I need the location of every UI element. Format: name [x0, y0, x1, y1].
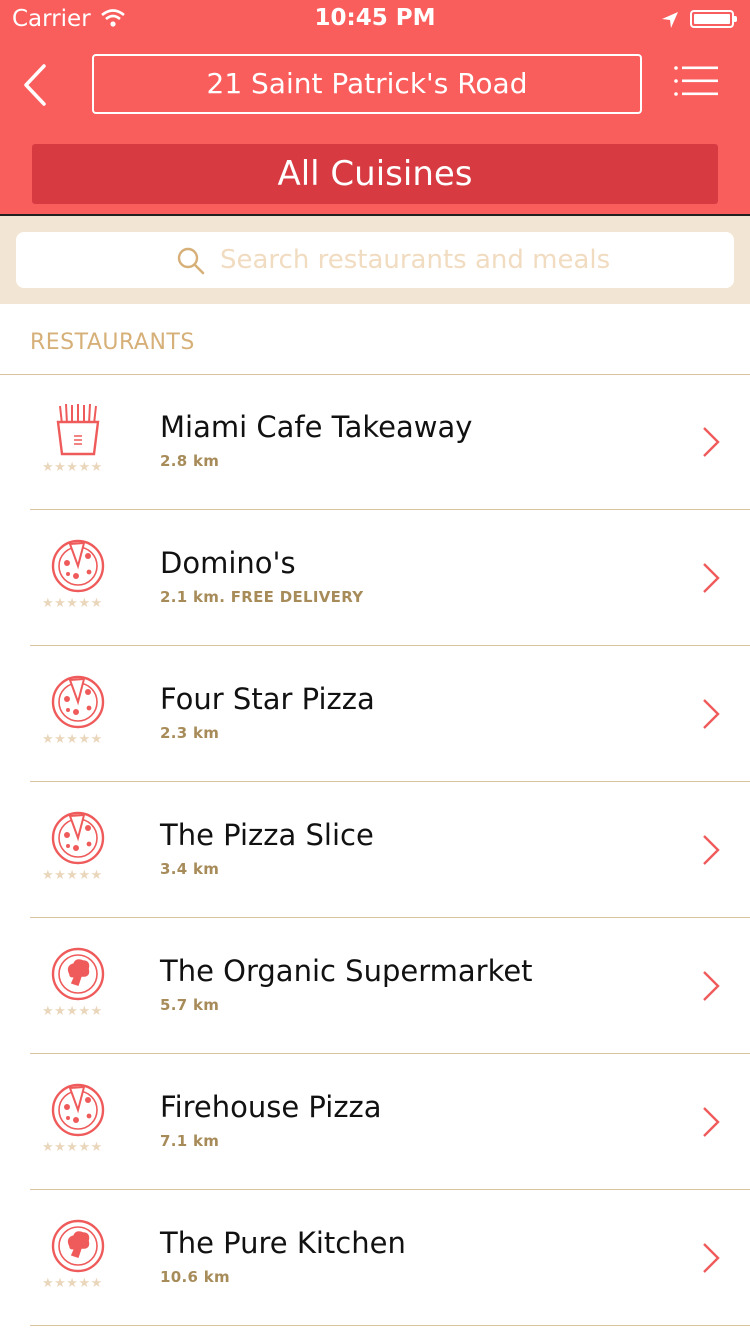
- rating-stars: ★★★★★: [42, 1004, 103, 1019]
- address-field[interactable]: 21 Saint Patrick's Road: [92, 54, 642, 114]
- restaurant-row[interactable]: ★★★★★ The Organic Supermarket 5.7 km: [0, 918, 750, 1054]
- all-cuisines-button[interactable]: All Cuisines: [32, 144, 718, 204]
- restaurant-row[interactable]: ★★★★★ Domino's 2.1 km. FREE DELIVERY: [0, 510, 750, 646]
- restaurant-distance: 3.4 km: [160, 860, 220, 878]
- restaurant-distance: 2.8 km: [160, 452, 220, 470]
- back-button[interactable]: [18, 60, 58, 110]
- pizza-icon: [51, 811, 105, 865]
- restaurant-row[interactable]: ★★★★★ Firehouse Pizza 7.1 km: [0, 1054, 750, 1190]
- chevron-right-icon: [703, 1107, 720, 1137]
- rating-stars: ★★★★★: [42, 596, 103, 611]
- rating-stars: ★★★★★: [42, 868, 103, 883]
- chevron-right-icon: [703, 563, 720, 593]
- restaurant-row[interactable]: ★★★★★ The Pure Kitchen 10.6 km: [0, 1190, 750, 1326]
- row-divider: [30, 1325, 750, 1326]
- restaurant-distance: 7.1 km: [160, 1132, 220, 1150]
- restaurant-row[interactable]: ★★★★★ Miami Cafe Takeaway 2.8 km: [0, 374, 750, 510]
- restaurant-name: Four Star Pizza: [160, 682, 375, 716]
- restaurant-name: Domino's: [160, 546, 296, 580]
- status-bar: Carrier 10:45 PM: [0, 0, 750, 40]
- pizza-icon: [51, 675, 105, 729]
- search-input[interactable]: [220, 240, 700, 280]
- restaurant-distance: 2.1 km. FREE DELIVERY: [160, 588, 364, 606]
- restaurant-distance: 2.3 km: [160, 724, 220, 742]
- menu-list-icon[interactable]: [672, 62, 720, 102]
- restaurant-distance: 5.7 km: [160, 996, 220, 1014]
- rating-stars: ★★★★★: [42, 732, 103, 747]
- location-arrow-icon: [662, 12, 678, 28]
- app-header: Carrier 10:45 PM 21 Saint Patrick's Road…: [0, 0, 750, 216]
- section-title-restaurants: RESTAURANTS: [30, 330, 195, 355]
- chevron-right-icon: [703, 1243, 720, 1273]
- rating-stars: ★★★★★: [42, 1140, 103, 1155]
- restaurant-name: The Pizza Slice: [160, 818, 374, 852]
- pizza-icon: [51, 539, 105, 593]
- broccoli-icon: [51, 1219, 105, 1273]
- search-box[interactable]: [16, 232, 734, 288]
- pizza-icon: [51, 1083, 105, 1137]
- restaurant-distance: 10.6 km: [160, 1268, 230, 1286]
- rating-stars: ★★★★★: [42, 1276, 103, 1291]
- chevron-right-icon: [703, 971, 720, 1001]
- restaurant-row[interactable]: ★★★★★ The Pizza Slice 3.4 km: [0, 782, 750, 918]
- fries-icon: [56, 403, 100, 456]
- search-icon: [177, 247, 205, 275]
- restaurant-name: The Organic Supermarket: [160, 954, 533, 988]
- broccoli-icon: [51, 947, 105, 1001]
- restaurant-row[interactable]: ★★★★★ Four Star Pizza 2.3 km: [0, 646, 750, 782]
- rating-stars: ★★★★★: [42, 460, 103, 475]
- chevron-right-icon: [703, 427, 720, 457]
- status-time: 10:45 PM: [314, 5, 436, 31]
- chevron-right-icon: [703, 699, 720, 729]
- chevron-right-icon: [703, 835, 720, 865]
- restaurant-name: The Pure Kitchen: [160, 1226, 406, 1260]
- restaurant-name: Firehouse Pizza: [160, 1090, 382, 1124]
- battery-icon: [690, 10, 737, 28]
- restaurant-name: Miami Cafe Takeaway: [160, 410, 473, 444]
- search-bar: [0, 216, 750, 304]
